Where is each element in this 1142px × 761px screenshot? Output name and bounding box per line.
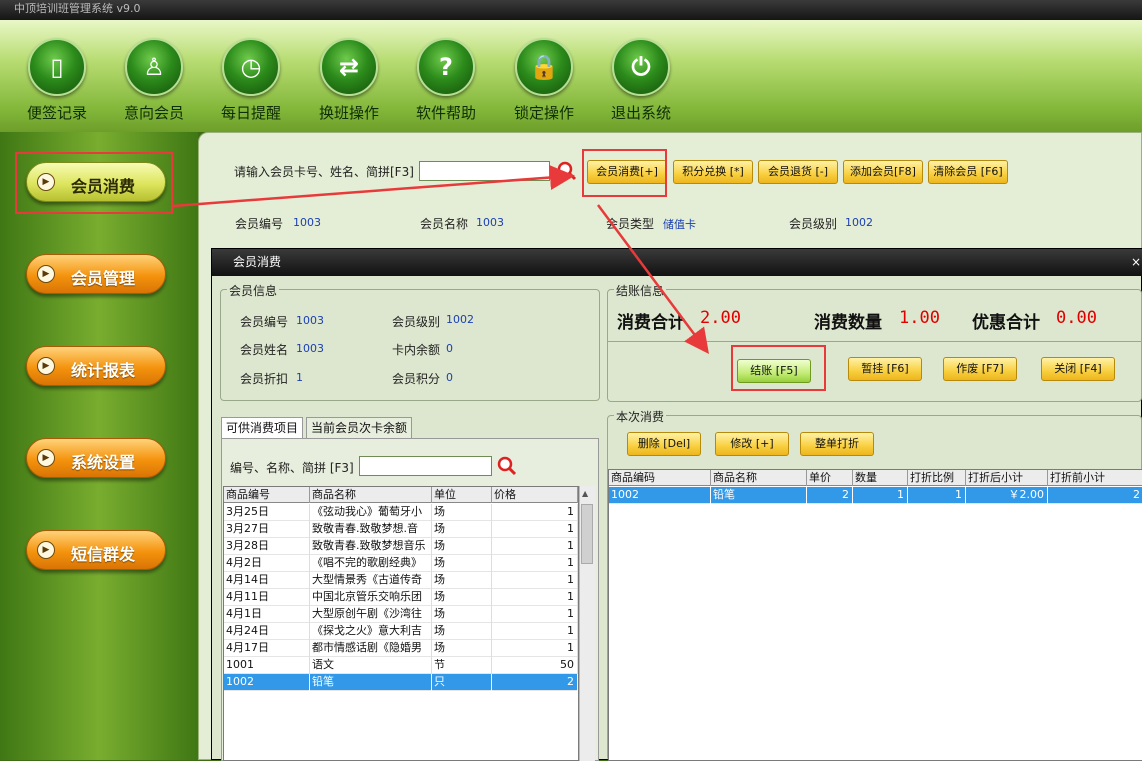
annotation-arrows: [172, 165, 709, 355]
arrow-to-consume: [172, 165, 575, 208]
arrow-to-checkout: [596, 204, 709, 355]
